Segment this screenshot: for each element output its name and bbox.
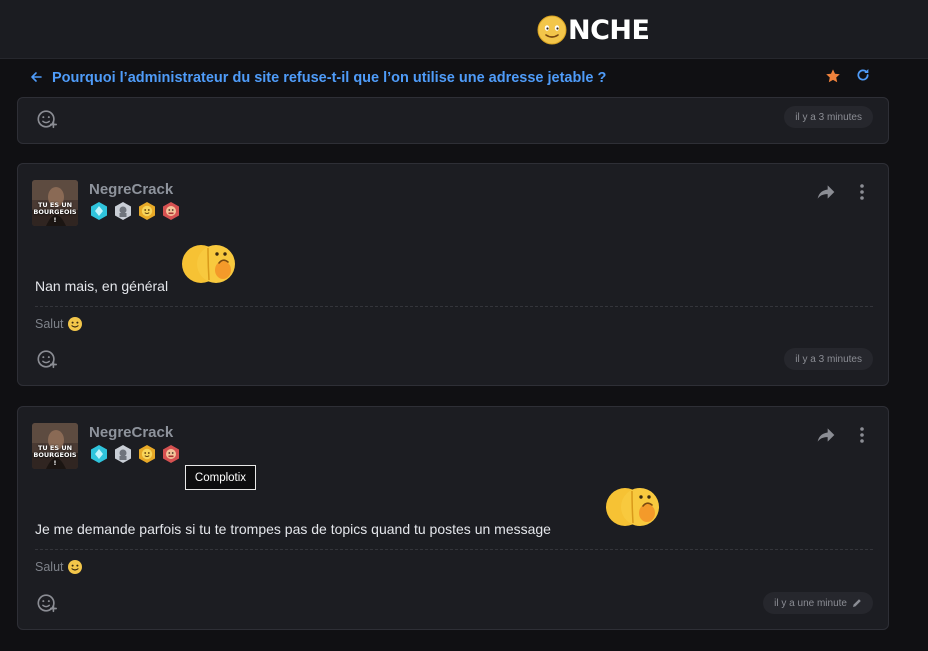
post-timestamp: il y a une minute — [763, 592, 873, 614]
post-timestamp: il y a 3 minutes — [784, 348, 873, 370]
gold-smiley-badge-icon[interactable] — [137, 201, 157, 221]
thinking-butt-sticker-icon — [182, 245, 235, 283]
badge-list — [89, 201, 181, 221]
post-card: TU ES UN BOURGEOIS ! NegreCrack Nan mais… — [17, 163, 889, 386]
star-icon[interactable] — [825, 68, 841, 89]
red-badge-icon[interactable] — [161, 444, 181, 464]
silver-badge-icon[interactable] — [113, 201, 133, 221]
red-badge-icon[interactable] — [161, 201, 181, 221]
add-reaction-icon[interactable] — [36, 108, 58, 130]
share-icon[interactable] — [816, 182, 836, 202]
share-icon[interactable] — [816, 425, 836, 445]
signature-divider — [35, 549, 873, 550]
post-message: Je me demande parfois si tu te trompes p… — [35, 521, 551, 537]
avatar-caption: TU ES UN BOURGEOIS ! — [33, 200, 77, 224]
avatar-caption: TU ES UN BOURGEOIS ! — [33, 443, 77, 467]
topic-header: Pourquoi l’administrateur du site refuse… — [30, 66, 878, 90]
pencil-icon — [853, 599, 861, 607]
author-name[interactable]: NegreCrack — [89, 181, 173, 198]
signature-text: Salut — [35, 317, 64, 331]
post-card: TU ES UN BOURGEOIS ! NegreCrack Je me de… — [17, 406, 889, 630]
timestamp-text: il y a une minute — [774, 597, 847, 609]
post-message: Nan mais, en général — [35, 278, 169, 294]
thinking-butt-sticker-icon — [606, 488, 659, 526]
top-bar: NCHE — [0, 0, 928, 59]
badge-list — [89, 444, 181, 464]
more-options-icon[interactable] — [858, 425, 866, 445]
post-card: il y a 3 minutes — [17, 97, 889, 144]
site-logo[interactable]: NCHE — [537, 14, 650, 46]
signature: Salut — [35, 316, 83, 332]
author-name[interactable]: NegreCrack — [89, 424, 173, 441]
add-reaction-icon[interactable] — [36, 348, 58, 370]
gold-smiley-badge-icon[interactable] — [137, 444, 157, 464]
diamond-badge-icon[interactable] — [89, 444, 109, 464]
more-options-icon[interactable] — [858, 182, 866, 202]
avatar[interactable]: TU ES UN BOURGEOIS ! — [32, 423, 78, 469]
avatar[interactable]: TU ES UN BOURGEOIS ! — [32, 180, 78, 226]
smiley-icon — [67, 317, 82, 331]
silver-badge-icon[interactable] — [113, 444, 133, 464]
signature-divider — [35, 306, 873, 307]
badge-tooltip: Complotix — [185, 465, 256, 490]
arrow-left-icon[interactable] — [30, 70, 52, 86]
topic-title[interactable]: Pourquoi l’administrateur du site refuse… — [52, 70, 606, 86]
refresh-icon[interactable] — [855, 67, 871, 88]
signature: Salut — [35, 559, 83, 575]
signature-text: Salut — [35, 560, 64, 574]
smiley-icon — [67, 560, 82, 574]
post-timestamp: il y a 3 minutes — [784, 106, 873, 128]
logo-text: NCHE — [568, 14, 650, 46]
onche-smiley-icon — [537, 15, 567, 45]
add-reaction-icon[interactable] — [36, 592, 58, 614]
diamond-badge-icon[interactable] — [89, 201, 109, 221]
